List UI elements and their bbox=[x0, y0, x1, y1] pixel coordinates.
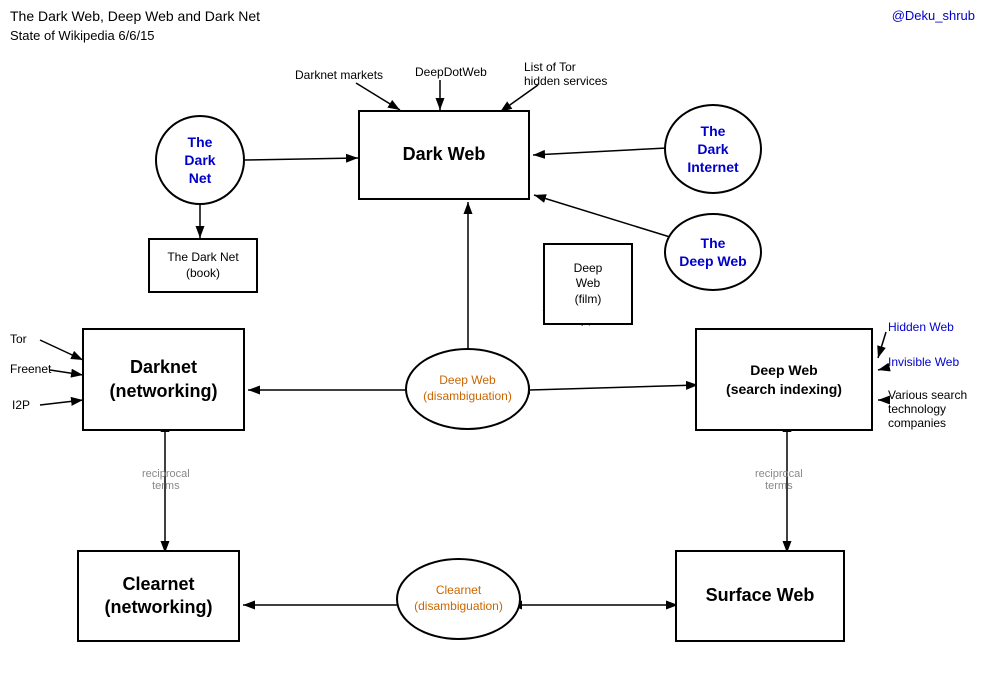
clearnet-disambiguation-circle: Clearnet(disambiguation) bbox=[396, 558, 521, 640]
clearnet-disambiguation-label: Clearnet(disambiguation) bbox=[414, 583, 503, 614]
the-deep-web-circle: TheDeep Web bbox=[664, 213, 762, 291]
deep-web-indexing-box: Deep Web(search indexing) bbox=[695, 328, 873, 431]
the-deep-web-circle-label: TheDeep Web bbox=[679, 234, 746, 270]
deep-web-disambiguation-label: Deep Web(disambiguation) bbox=[423, 373, 512, 404]
darknet-networking-label: Darknet(networking) bbox=[110, 356, 218, 403]
i2p-label: I2P bbox=[12, 398, 30, 412]
the-dark-net-book-box: The Dark Net(book) bbox=[148, 238, 258, 293]
darknet-networking-box: Darknet(networking) bbox=[82, 328, 245, 431]
surface-web-box: Surface Web bbox=[675, 550, 845, 642]
dark-web-label: Dark Web bbox=[403, 143, 486, 166]
dark-web-box: Dark Web bbox=[358, 110, 530, 200]
the-dark-net-circle: TheDarkNet bbox=[155, 115, 245, 205]
darknet-markets-label: Darknet markets bbox=[295, 68, 383, 82]
surface-web-label: Surface Web bbox=[706, 584, 815, 607]
list-tor-label: List of Torhidden services bbox=[524, 60, 607, 88]
the-dark-internet-label: TheDarkInternet bbox=[687, 122, 738, 177]
deep-web-film-box: DeepWeb(film) bbox=[543, 243, 633, 325]
search-tech-label: Various searchtechnologycompanies bbox=[888, 388, 967, 430]
clearnet-networking-box: Clearnet(networking) bbox=[77, 550, 240, 642]
deep-web-indexing-label: Deep Web(search indexing) bbox=[726, 361, 842, 397]
the-dark-net-circle-label: TheDarkNet bbox=[184, 133, 215, 188]
twitter-handle: @Deku_shrub bbox=[892, 8, 975, 23]
tor-label: Tor bbox=[10, 332, 27, 346]
hidden-web-label: Hidden Web bbox=[888, 320, 954, 334]
title-main: The Dark Web, Deep Web and Dark Net bbox=[10, 8, 260, 24]
deep-web-disambiguation-circle: Deep Web(disambiguation) bbox=[405, 348, 530, 430]
reciprocal-terms-right: reciprocalterms bbox=[755, 468, 803, 492]
the-dark-net-book-label: The Dark Net(book) bbox=[167, 250, 238, 281]
reciprocal-terms-left: reciprocalterms bbox=[142, 468, 190, 492]
invisible-web-label: Invisible Web bbox=[888, 355, 959, 369]
deepdotweb-label: DeepDotWeb bbox=[415, 65, 487, 79]
the-dark-internet-circle: TheDarkInternet bbox=[664, 104, 762, 194]
clearnet-networking-label: Clearnet(networking) bbox=[105, 573, 213, 620]
deep-web-film-label: DeepWeb(film) bbox=[574, 261, 603, 308]
title-sub: State of Wikipedia 6/6/15 bbox=[10, 28, 155, 43]
freenet-label: Freenet bbox=[10, 362, 51, 376]
diagram-container: The Dark Web, Deep Web and Dark Net Stat… bbox=[0, 0, 985, 675]
